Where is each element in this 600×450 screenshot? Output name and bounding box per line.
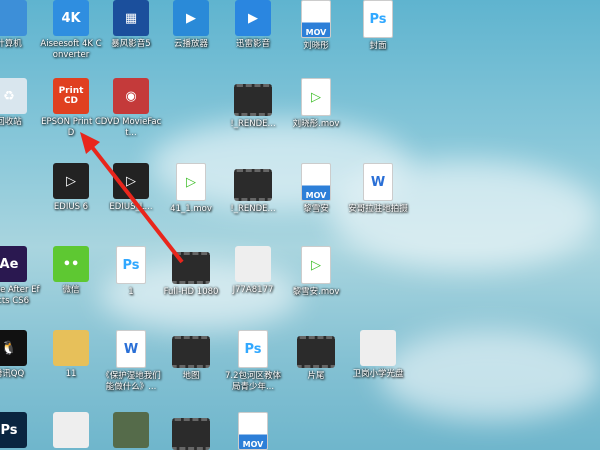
red-arrow-annotation: [80, 132, 184, 264]
